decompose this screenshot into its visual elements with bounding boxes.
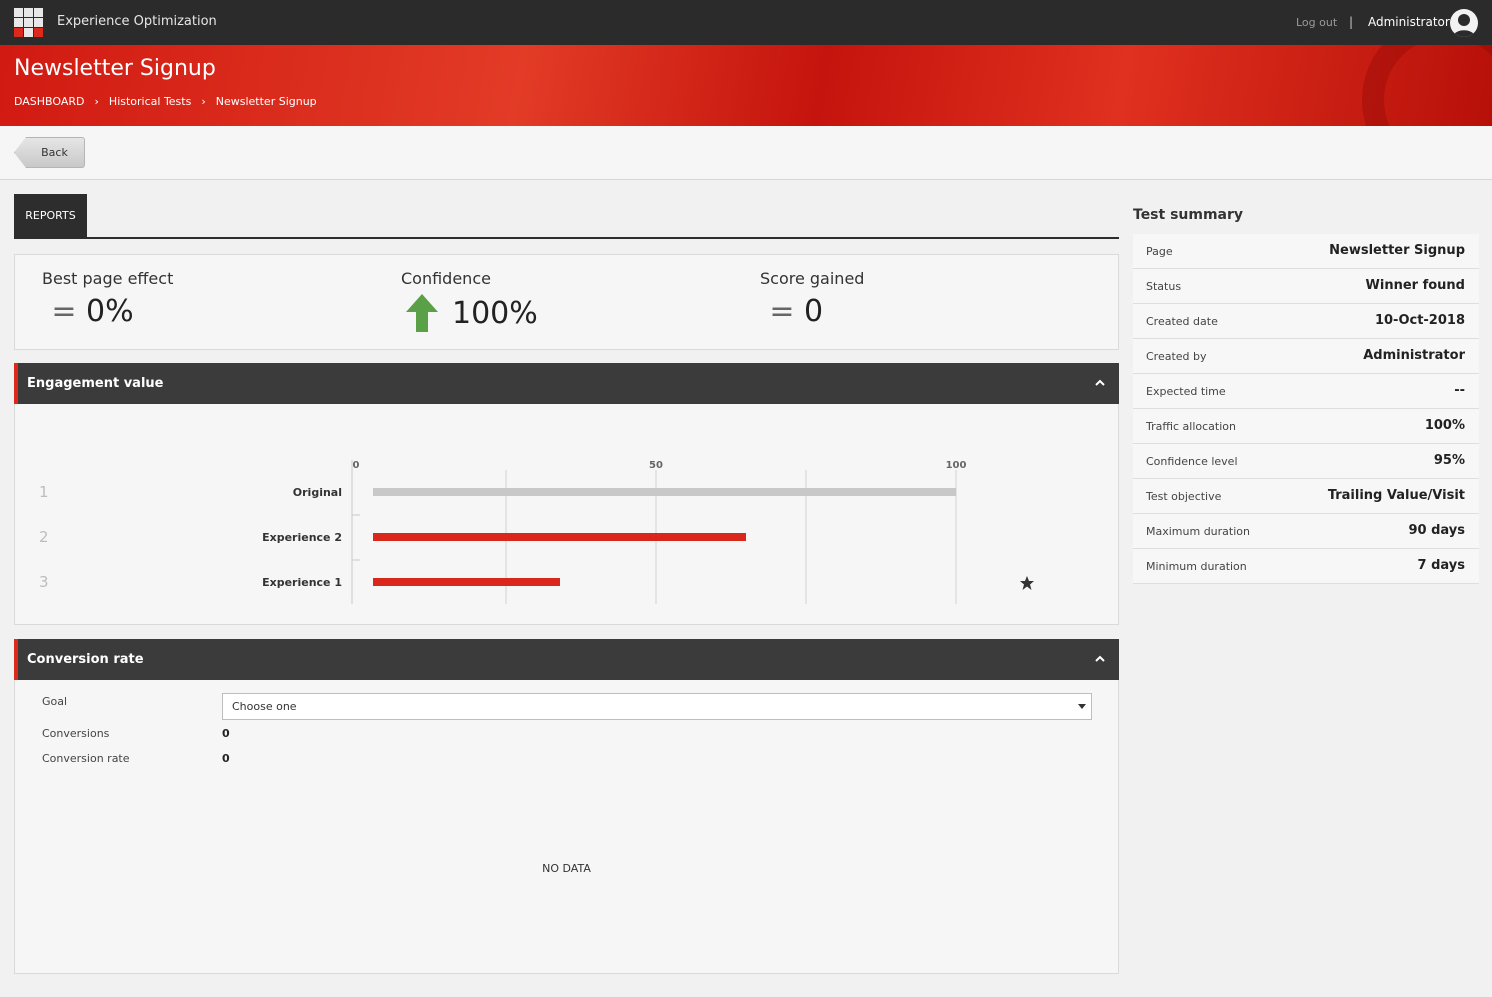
breadcrumb-dashboard[interactable]: DASHBOARD	[14, 95, 85, 108]
kpi-label: Confidence	[401, 269, 491, 288]
summary-row: Test objective Trailing Value/Visit	[1133, 479, 1479, 514]
summary-key: Maximum duration	[1146, 525, 1250, 538]
category-label: Original	[293, 486, 342, 499]
summary-row: Confidence level 95%	[1133, 444, 1479, 479]
avatar[interactable]	[1450, 9, 1478, 37]
rank-label: 1	[39, 483, 49, 501]
app-launcher-icon[interactable]	[14, 8, 43, 37]
separator: |	[1349, 15, 1354, 29]
user-name[interactable]: Administrator	[1368, 15, 1450, 29]
back-button[interactable]: Back	[14, 137, 85, 168]
summary-row: Page Newsletter Signup	[1133, 234, 1479, 269]
chevron-up-icon[interactable]	[1095, 654, 1105, 664]
summary-value: 7 days	[1417, 558, 1465, 573]
summary-row: Expected time --	[1133, 374, 1479, 409]
summary-key: Status	[1146, 280, 1182, 293]
summary-key: Minimum duration	[1146, 560, 1247, 573]
summary-value: Trailing Value/Visit	[1327, 488, 1465, 503]
engagement-chart: 0 50 100 1 Original 2 Experience 2 3 Experience …	[39, 460, 1034, 604]
rank-label: 3	[39, 573, 49, 591]
summary-key: Test objective	[1146, 490, 1222, 503]
x-tick-label: 50	[649, 460, 663, 471]
logout-link[interactable]: Log out	[1296, 16, 1337, 29]
goal-select[interactable]: Choose one	[222, 693, 1092, 720]
goal-label: Goal	[42, 695, 68, 708]
kpi-confidence: Confidence 100%	[401, 269, 538, 332]
engagement-section-header[interactable]: Engagement value	[14, 363, 1119, 404]
engagement-chart-panel: 0 50 100 1 Original 2 Experience 2 3 Experience …	[14, 404, 1119, 625]
tab-strip: REPORTS	[14, 194, 1119, 239]
breadcrumb-historical-tests[interactable]: Historical Tests	[109, 95, 191, 108]
summary-value: 10-Oct-2018	[1374, 313, 1465, 328]
bar	[373, 578, 560, 586]
banner-decoration	[1362, 45, 1492, 126]
bar	[373, 533, 746, 541]
summary-value: Administrator	[1363, 348, 1465, 363]
rank-label: 2	[39, 528, 49, 546]
chevron-right-icon: ›	[94, 95, 99, 108]
conversion-rate-label: Conversion rate	[42, 752, 130, 765]
user-icon	[1453, 14, 1475, 37]
kpi-label: Score gained	[760, 269, 865, 288]
summary-table: Page Newsletter Signup Status Winner found C…	[1133, 234, 1479, 584]
summary-value: 100%	[1424, 418, 1465, 433]
caret-down-icon	[1078, 704, 1086, 709]
conversions-value: 0	[222, 727, 230, 740]
chevron-right-icon: ›	[201, 95, 206, 108]
equal-icon: =	[769, 294, 795, 329]
toolbar: Back	[0, 126, 1492, 180]
section-title: Engagement value	[27, 376, 164, 391]
goal-select-value: Choose one	[232, 700, 297, 713]
conversion-rate-value: 0	[222, 752, 230, 765]
arrow-up-icon	[406, 294, 438, 332]
summary-value: --	[1454, 383, 1465, 398]
category-label: Experience 2	[262, 531, 342, 544]
summary-key: Traffic allocation	[1146, 420, 1236, 433]
bar	[373, 488, 956, 496]
summary-value: 90 days	[1408, 523, 1465, 538]
x-tick-label: 0	[353, 460, 360, 471]
summary-title: Test summary	[1133, 207, 1244, 223]
x-tick-label: 100	[946, 460, 967, 471]
section-title: Conversion rate	[27, 652, 144, 667]
chevron-up-icon[interactable]	[1095, 378, 1105, 388]
summary-row: Minimum duration 7 days	[1133, 549, 1479, 584]
summary-key: Created by	[1146, 350, 1207, 363]
conversion-section-header[interactable]: Conversion rate	[14, 639, 1119, 680]
equal-icon: =	[51, 294, 77, 329]
summary-key: Expected time	[1146, 385, 1226, 398]
summary-row: Created by Administrator	[1133, 339, 1479, 374]
summary-row: Created date 10-Oct-2018	[1133, 304, 1479, 339]
page-title: Newsletter Signup	[14, 56, 216, 81]
breadcrumb: DASHBOARD › Historical Tests › Newslette…	[14, 95, 317, 108]
app-title: Experience Optimization	[57, 14, 217, 29]
category-label: Experience 1	[262, 576, 342, 589]
tab-reports[interactable]: REPORTS	[14, 194, 87, 239]
kpi-value: 100%	[452, 295, 538, 331]
kpi-best-page-effect: Best page effect = 0%	[42, 269, 173, 329]
kpi-value: 0	[804, 294, 824, 329]
summary-row: Status Winner found	[1133, 269, 1479, 304]
star-icon	[1020, 576, 1034, 590]
conversion-panel: Goal Choose one Conversions 0 Conversion…	[14, 680, 1119, 974]
top-bar: Experience Optimization Log out | Admini…	[0, 0, 1492, 45]
kpi-panel: Best page effect = 0% Confidence 100% Sc…	[14, 254, 1119, 350]
summary-value: 95%	[1433, 453, 1465, 468]
kpi-label: Best page effect	[42, 269, 174, 288]
page-header: Newsletter Signup DASHBOARD › Historical…	[0, 45, 1492, 126]
no-data-message: NO DATA	[542, 862, 591, 875]
summary-value: Newsletter Signup	[1329, 243, 1465, 258]
summary-value: Winner found	[1365, 278, 1465, 293]
summary-row: Traffic allocation 100%	[1133, 409, 1479, 444]
breadcrumb-current: Newsletter Signup	[215, 95, 317, 108]
summary-row: Maximum duration 90 days	[1133, 514, 1479, 549]
kpi-score-gained: Score gained = 0	[760, 269, 864, 329]
summary-key: Confidence level	[1146, 455, 1238, 468]
conversions-label: Conversions	[42, 727, 110, 740]
summary-key: Created date	[1146, 315, 1218, 328]
summary-key: Page	[1146, 245, 1173, 258]
kpi-value: 0%	[86, 294, 134, 329]
